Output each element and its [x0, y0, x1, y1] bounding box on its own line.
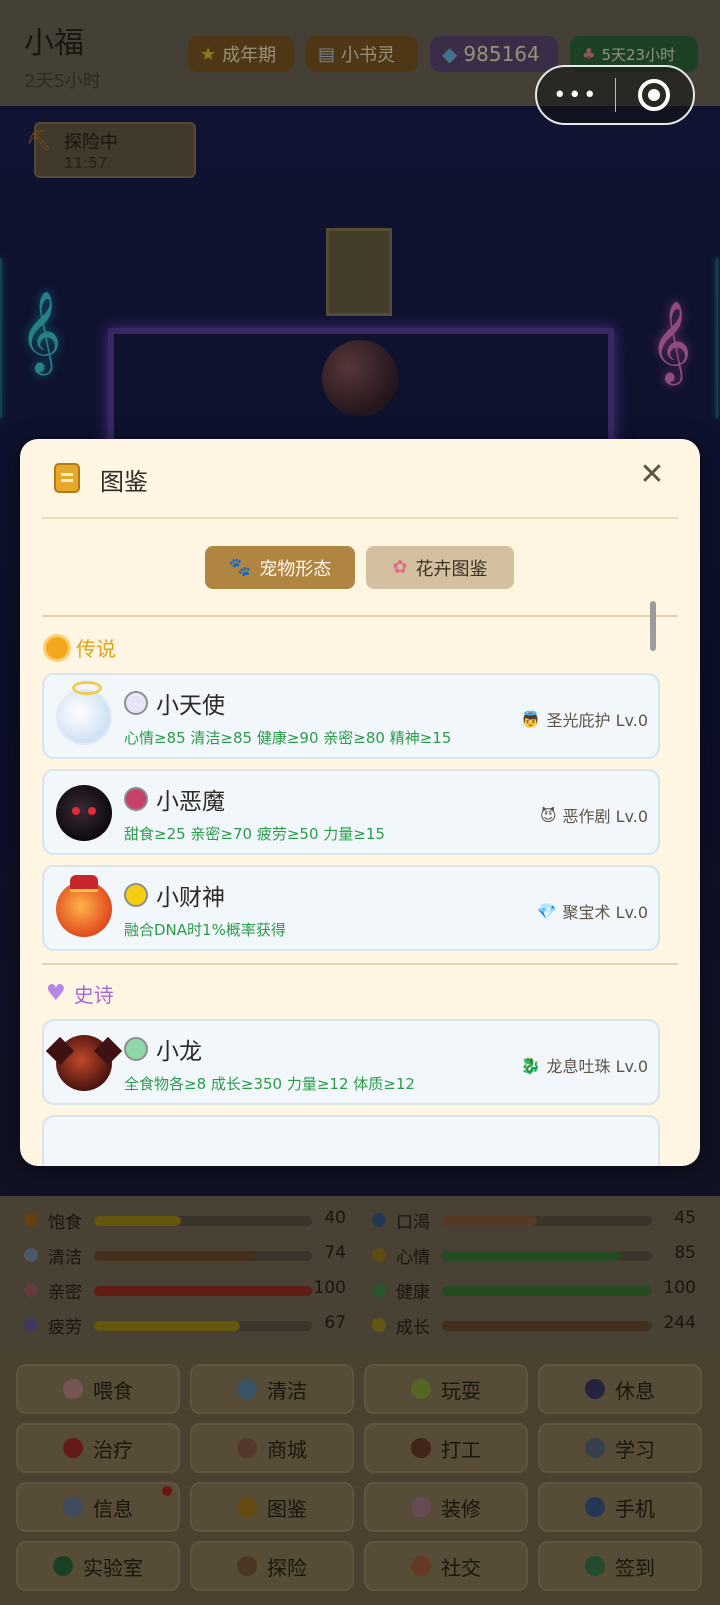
pet-requirement: 融合DNA时1%概率获得	[124, 921, 286, 939]
pet-card[interactable]: 小天使心情≥85 清洁≥85 健康≥90 亲密≥80 精神≥15 👼 圣光庇护 Lv…	[42, 673, 660, 759]
close-miniprogram-button[interactable]	[616, 79, 694, 111]
modal-header: 图鉴 ✕	[20, 439, 700, 517]
pet-card[interactable]	[42, 1115, 660, 1166]
status-dot	[124, 691, 148, 715]
skill-icon: 💎	[536, 901, 557, 921]
paw-icon: 🐾	[228, 557, 252, 578]
pet-avatar	[56, 875, 112, 937]
pet-skill: 🐉 龙息吐珠 Lv.0	[521, 1053, 648, 1077]
tab-pet-forms[interactable]: 🐾 宠物形态	[205, 546, 355, 589]
skill-icon: 😈	[539, 805, 557, 825]
book-icon	[54, 463, 80, 493]
pet-card[interactable]: 小龙全食物各≥8 成长≥350 力量≥12 体质≥12 🐉 龙息吐珠 Lv.0	[42, 1019, 660, 1105]
status-dot	[124, 883, 148, 907]
pet-skill: 😈 恶作剧 Lv.0	[540, 803, 648, 827]
miniprogram-capsule: •••	[535, 65, 695, 125]
scrollbar[interactable]	[650, 601, 656, 651]
close-button[interactable]: ✕	[632, 455, 672, 495]
more-menu-button[interactable]: •••	[537, 83, 615, 108]
heart-icon: ♥	[46, 981, 66, 1006]
pet-avatar	[56, 1035, 112, 1091]
tab-label: 花卉图鉴	[415, 558, 488, 580]
pet-avatar	[56, 785, 112, 841]
section-divider	[42, 615, 678, 617]
skill-label: 龙息吐珠 Lv.0	[546, 1057, 649, 1076]
section-label: 传说	[76, 637, 116, 661]
tab-flower-collection[interactable]: ✿ 花卉图鉴	[366, 546, 514, 589]
skill-label: 圣光庇护 Lv.0	[546, 711, 649, 730]
pet-card[interactable]: 小财神融合DNA时1%概率获得 💎 聚宝术 Lv.0	[42, 865, 660, 951]
pet-skill: 👼 圣光庇护 Lv.0	[521, 707, 648, 731]
section-label: 史诗	[73, 983, 114, 1007]
pet-requirement: 心情≥85 清洁≥85 健康≥90 亲密≥80 精神≥15	[124, 729, 452, 747]
tab-label: 宠物形态	[259, 558, 332, 580]
pet-requirement: 甜食≥25 亲密≥70 疲劳≥50 力量≥15	[124, 825, 385, 843]
sun-icon	[46, 636, 68, 659]
pet-name: 小龙	[156, 1039, 202, 1065]
flower-icon: ✿	[392, 557, 408, 578]
skill-label: 聚宝术 Lv.0	[562, 903, 649, 922]
collection-modal: 图鉴 ✕ 🐾 宠物形态 ✿ 花卉图鉴 传说小天使心情≥85 清洁≥85 健康≥9…	[20, 439, 700, 1166]
pet-skill: 💎 聚宝术 Lv.0	[537, 899, 648, 923]
status-dot	[124, 1037, 148, 1061]
pet-name: 小财神	[156, 885, 225, 911]
status-dot	[124, 787, 148, 811]
skill-icon: 👼	[520, 709, 541, 729]
section-title: ♥ 史诗	[46, 979, 114, 1008]
section-title: 传说	[46, 633, 116, 662]
pet-avatar	[56, 681, 112, 745]
skill-label: 恶作剧 Lv.0	[562, 807, 649, 826]
pet-requirement: 全食物各≥8 成长≥350 力量≥12 体质≥12	[124, 1075, 415, 1093]
pet-name: 小天使	[156, 693, 225, 719]
pet-list[interactable]: 传说小天使心情≥85 清洁≥85 健康≥90 亲密≥80 精神≥15 👼 圣光庇护 …	[20, 589, 700, 1166]
skill-icon: 🐉	[520, 1055, 541, 1075]
modal-title: 图鉴	[100, 468, 148, 496]
header-divider	[42, 517, 678, 519]
pet-card[interactable]: 小恶魔甜食≥25 亲密≥70 疲劳≥50 力量≥15 😈 恶作剧 Lv.0	[42, 769, 660, 855]
section-divider	[42, 963, 678, 965]
pet-name: 小恶魔	[156, 789, 225, 815]
target-icon	[638, 79, 671, 111]
